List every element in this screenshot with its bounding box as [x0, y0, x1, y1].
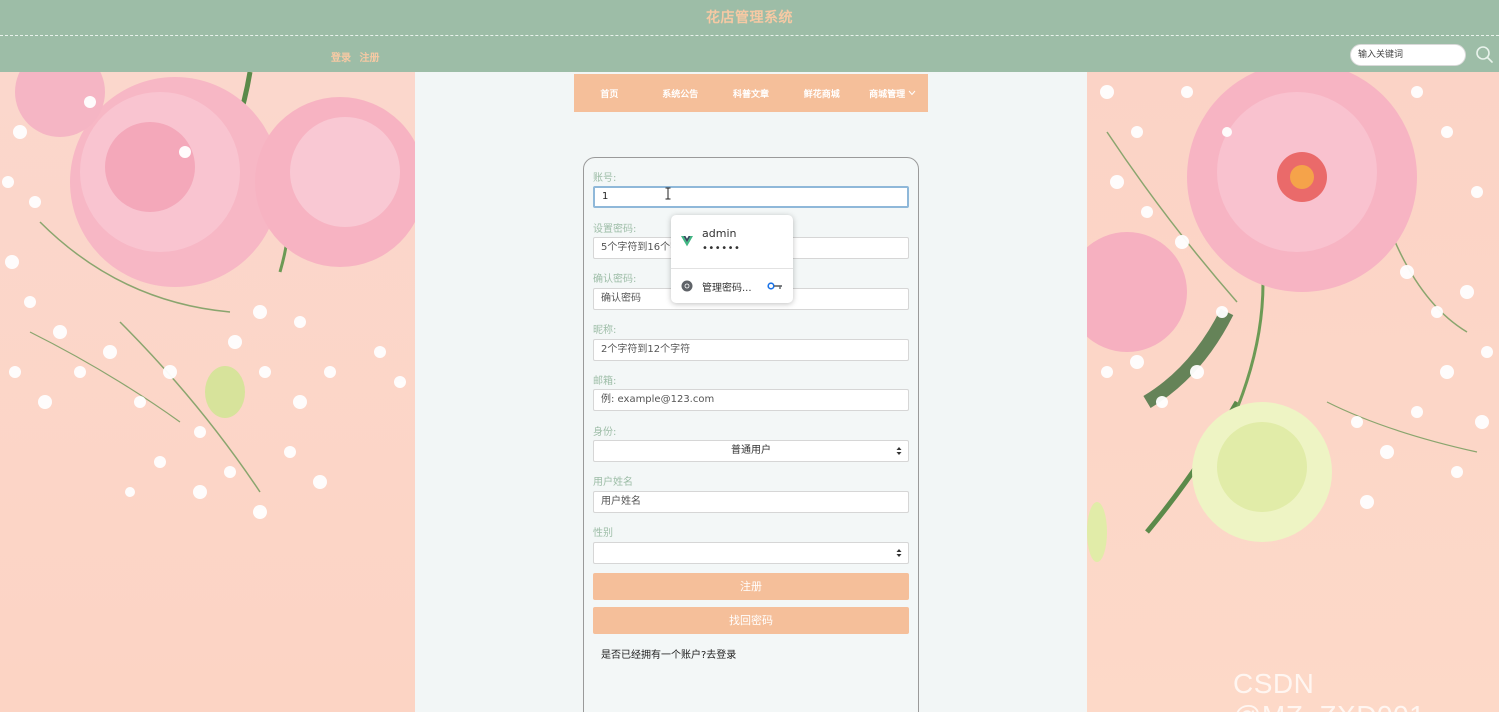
gender-label: 性别 [593, 528, 613, 539]
key-icon [767, 282, 782, 290]
left-floral-background [0, 72, 415, 712]
register-button[interactable]: 注册 [593, 573, 909, 600]
password-autofill-dropdown: admin •••••• 管理密码... [671, 215, 793, 303]
autofill-password-mask: •••••• [702, 243, 741, 254]
manage-passwords-label: 管理密码... [702, 283, 752, 294]
confirm-password-label: 确认密码: [593, 274, 637, 285]
text-cursor-icon [665, 187, 671, 200]
left-flower-illustration [2, 72, 415, 519]
role-label: 身份: [593, 427, 617, 438]
main-navbar: 首页 系统公告 科普文章 鲜花商城 商城管理 [574, 74, 928, 112]
auth-links: 登录 注册 [331, 49, 384, 64]
nav-label: 商城管理 [869, 89, 906, 100]
email-input[interactable]: 例: example@123.com [593, 389, 909, 411]
password-label: 设置密码: [593, 224, 637, 235]
realname-input[interactable]: 用户姓名 [593, 491, 909, 513]
autofill-divider [671, 268, 793, 269]
autofill-credential-item[interactable]: admin •••••• [671, 215, 793, 267]
right-floral-background [1087, 72, 1499, 712]
gender-select[interactable] [593, 542, 909, 564]
manage-passwords-item[interactable]: 管理密码... [671, 271, 793, 301]
register-link-top[interactable]: 注册 [359, 53, 379, 64]
select-arrows-icon [896, 447, 902, 455]
nickname-input[interactable]: 2个字符到12个字符 [593, 339, 909, 361]
recover-password-button[interactable]: 找回密码 [593, 607, 909, 634]
role-select-value: 普通用户 [731, 445, 771, 456]
account-label: 账号: [593, 173, 617, 184]
nav-item-announcements[interactable]: 系统公告 [645, 87, 716, 100]
role-select[interactable]: 普通用户 [593, 440, 909, 462]
search-input[interactable]: 输入关键词 [1350, 44, 1466, 66]
chevron-down-icon [908, 90, 916, 96]
nav-item-home[interactable]: 首页 [574, 87, 645, 100]
nav-label: 系统公告 [662, 89, 699, 100]
right-flower-illustration [1087, 72, 1493, 562]
autofill-username: admin [702, 227, 737, 240]
nickname-label: 昵称: [593, 325, 617, 336]
login-link-top[interactable]: 登录 [331, 53, 351, 64]
top-header: 花店管理系统 [0, 0, 1499, 72]
chrome-icon [681, 280, 693, 292]
search-icon[interactable] [1474, 45, 1494, 65]
nav-label: 鲜花商城 [803, 89, 840, 100]
account-input[interactable]: 1 [593, 186, 909, 208]
email-label: 邮箱: [593, 376, 617, 387]
select-arrows-icon [896, 549, 902, 557]
nav-item-shop-management[interactable]: 商城管理 [857, 87, 928, 100]
vue-logo-icon [681, 236, 693, 247]
realname-label: 用户姓名 [593, 477, 633, 488]
nav-label: 首页 [600, 89, 619, 100]
header-divider [0, 35, 1499, 36]
site-title: 花店管理系统 [706, 10, 793, 26]
go-login-link[interactable]: 是否已经拥有一个账户?去登录 [601, 646, 736, 661]
nav-item-articles[interactable]: 科普文章 [716, 87, 787, 100]
csdn-watermark: CSDN @MZ_ZXD001 [1233, 668, 1425, 712]
nav-label: 科普文章 [732, 89, 769, 100]
nav-item-flower-shop[interactable]: 鲜花商城 [786, 87, 857, 100]
